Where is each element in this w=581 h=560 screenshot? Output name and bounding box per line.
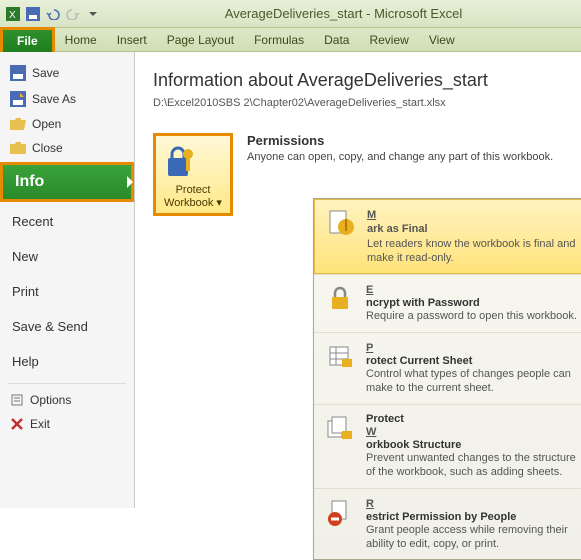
sidebar-print[interactable]: Print [0, 274, 134, 309]
sidebar-label: Exit [30, 417, 50, 431]
save-icon[interactable] [24, 5, 42, 23]
backstage-view: Save Save As Open Close Info Recent New … [0, 52, 581, 508]
menu-protect-sheet[interactable]: Protect Current SheetControl what types … [314, 332, 581, 404]
sidebar-separator [8, 383, 126, 384]
window-title: AverageDeliveries_start - Microsoft Exce… [106, 6, 581, 21]
qat-dropdown-icon[interactable] [84, 5, 102, 23]
menu-title: Protect Current Sheet [366, 341, 581, 367]
sidebar-label: Info [15, 173, 44, 190]
menu-encrypt-password[interactable]: Encrypt with PasswordRequire a password … [314, 274, 581, 332]
menu-restrict-permission[interactable]: Restrict Permission by PeopleGrant peopl… [314, 488, 581, 560]
mark-final-icon [325, 208, 357, 240]
lock-icon [324, 283, 356, 315]
tab-page-layout[interactable]: Page Layout [157, 29, 244, 51]
backstage-main: Information about AverageDeliveries_star… [135, 52, 581, 508]
menu-protect-structure[interactable]: Protect Workbook StructurePrevent unwant… [314, 404, 581, 488]
sidebar-label: Save & Send [12, 319, 88, 334]
sidebar-label: Recent [12, 214, 53, 229]
sidebar-save-as[interactable]: Save As [0, 86, 134, 112]
sidebar-label: Help [12, 354, 39, 369]
sidebar-label: Close [32, 141, 63, 155]
workbook-lock-icon [324, 413, 356, 445]
sidebar-help[interactable]: Help [0, 344, 134, 379]
redo-icon[interactable] [64, 5, 82, 23]
sidebar-label: Options [30, 393, 71, 407]
dropdown-caret-icon: ▾ [216, 197, 222, 209]
tab-review[interactable]: Review [359, 29, 418, 51]
tab-insert[interactable]: Insert [107, 29, 157, 51]
quick-access-toolbar: X [0, 5, 106, 23]
sidebar-label: Open [32, 117, 61, 131]
info-heading: Information about AverageDeliveries_star… [153, 70, 569, 91]
tab-file[interactable]: File [0, 27, 55, 52]
tab-view[interactable]: View [419, 29, 465, 51]
sidebar-close[interactable]: Close [0, 136, 134, 160]
sidebar-label: Save As [32, 92, 76, 106]
menu-mark-as-final[interactable]: Mark as FinalLet readers know the workbo… [314, 199, 581, 274]
sidebar-recent[interactable]: Recent [0, 204, 134, 239]
menu-desc: Prevent unwanted changes to the structur… [366, 451, 581, 480]
sidebar-options[interactable]: Options [0, 388, 134, 412]
sidebar-open[interactable]: Open [0, 112, 134, 136]
undo-icon[interactable] [44, 5, 62, 23]
svg-text:X: X [9, 10, 16, 21]
permissions-title: Permissions [247, 133, 553, 148]
sidebar-label: Print [12, 284, 39, 299]
protect-label-2: Workbook [164, 197, 213, 209]
sidebar-save-send[interactable]: Save & Send [0, 309, 134, 344]
tab-home[interactable]: Home [55, 29, 107, 51]
menu-desc: Require a password to open this workbook… [366, 309, 577, 323]
ribbon-tabs: File Home Insert Page Layout Formulas Da… [0, 28, 581, 52]
protect-label-1: Protect [176, 184, 211, 196]
protect-dropdown-menu: Mark as FinalLet readers know the workbo… [313, 198, 581, 560]
title-bar: X AverageDeliveries_start - Microsoft Ex… [0, 0, 581, 28]
lock-key-icon [160, 144, 226, 180]
menu-title: Restrict Permission by People [366, 497, 581, 523]
menu-desc: Let readers know the workbook is final a… [367, 237, 581, 266]
permissions-desc: Anyone can open, copy, and change any pa… [247, 150, 553, 165]
menu-desc: Control what types of changes people can… [366, 367, 581, 396]
tab-data[interactable]: Data [314, 29, 359, 51]
sidebar-label: New [12, 249, 38, 264]
menu-title: Encrypt with Password [366, 283, 577, 309]
sheet-lock-icon [324, 341, 356, 373]
restrict-icon [324, 497, 356, 529]
excel-app-icon[interactable]: X [4, 5, 22, 23]
sidebar-save[interactable]: Save [0, 60, 134, 86]
menu-title: Mark as Final [367, 208, 581, 237]
protect-workbook-button[interactable]: Protect Workbook ▾ [153, 133, 233, 216]
sidebar-exit[interactable]: Exit [0, 412, 134, 436]
sidebar-info[interactable]: Info [0, 162, 134, 202]
tab-formulas[interactable]: Formulas [244, 29, 314, 51]
menu-title: Protect Workbook Structure [366, 413, 581, 451]
permissions-text: Permissions Anyone can open, copy, and c… [247, 133, 553, 165]
file-path: D:\Excel2010SBS 2\Chapter02\AverageDeliv… [153, 97, 569, 109]
sidebar-new[interactable]: New [0, 239, 134, 274]
menu-desc: Grant people access while removing their… [366, 523, 581, 552]
backstage-sidebar: Save Save As Open Close Info Recent New … [0, 52, 135, 508]
sidebar-label: Save [32, 66, 59, 80]
